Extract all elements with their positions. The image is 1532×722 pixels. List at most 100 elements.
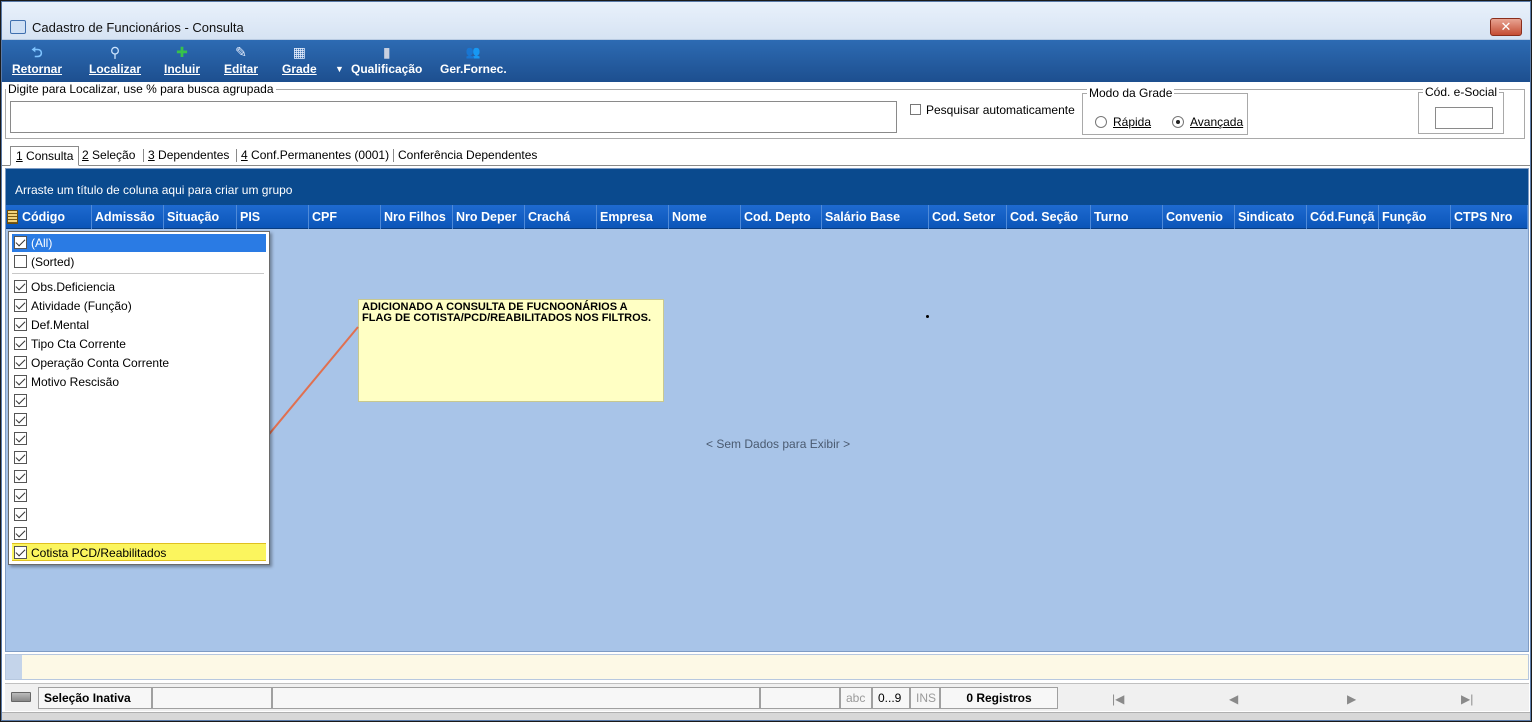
grade-label: Grade [282, 62, 317, 76]
filter-item[interactable]: Motivo Rescisão [12, 373, 266, 391]
search-legend: Digite para Localizar, use % para busca … [6, 82, 276, 96]
cursor-dot [926, 315, 929, 318]
column-header[interactable]: Empresa [597, 205, 669, 229]
filter-item[interactable]: Operação Conta Corrente [12, 354, 266, 372]
bottom-strip [2, 712, 1530, 720]
auto-search-label: Pesquisar automaticamente [926, 103, 1075, 117]
status-cell-empty [760, 687, 840, 709]
nav-prev-button[interactable]: ◀ [1229, 692, 1238, 706]
column-header[interactable]: Função [1379, 205, 1451, 229]
auto-search-checkbox[interactable]: Pesquisar automaticamente [910, 103, 1075, 117]
retornar-button[interactable]: ⮌ Retornar [12, 44, 62, 76]
column-header[interactable]: Convenio [1163, 205, 1235, 229]
close-button[interactable]: ✕ [1490, 18, 1522, 36]
filter-item[interactable] [12, 468, 266, 486]
status-cell-empty [272, 687, 760, 709]
plus-circle-icon: ✚ [176, 44, 188, 60]
filter-item-cotista-pcd[interactable]: Cotista PCD/Reabilitados [12, 543, 266, 561]
keyboard-icon [11, 692, 31, 702]
ger-fornec-button[interactable]: 👥 Ger.Fornec. [440, 44, 507, 76]
column-header[interactable]: Turno [1091, 205, 1163, 229]
incluir-button[interactable]: ✚ Incluir [164, 44, 200, 76]
edit-icon: ✎ [235, 44, 247, 60]
tab-strip: 1 Consulta 2 Seleção 3 Dependentes 4 Con… [2, 142, 1530, 166]
status-cell-empty [152, 687, 272, 709]
column-header[interactable]: CPF [309, 205, 381, 229]
records-count: 0 Registros [940, 687, 1058, 709]
empty-grid-message: < Sem Dados para Exibir > [706, 437, 851, 451]
nav-next-button[interactable]: ▶ [1347, 692, 1356, 706]
qualificacao-button[interactable]: ▮ Qualificação [351, 44, 422, 76]
filter-bar[interactable] [5, 654, 1529, 680]
magnifier-icon: ⚲ [109, 44, 121, 60]
grid-mode-group: Modo da Grade Rápida Avançada [1082, 86, 1248, 135]
column-header[interactable]: Nome [669, 205, 741, 229]
column-header[interactable]: Crachá [525, 205, 597, 229]
column-header[interactable]: Código [19, 205, 92, 229]
app-search-icon [10, 20, 26, 34]
auto-search-box[interactable] [910, 104, 921, 115]
radio-avancada[interactable]: Avançada [1172, 115, 1243, 129]
abc-indicator: abc [840, 687, 872, 709]
column-header[interactable]: Situação [164, 205, 237, 229]
tab-conferencia-dependentes[interactable]: Conferência Dependentes [393, 146, 542, 166]
column-header[interactable]: Cod. Seção [1007, 205, 1091, 229]
search-input[interactable] [10, 101, 897, 133]
column-header[interactable]: Cod. Depto [741, 205, 822, 229]
column-header[interactable]: Sindicato [1235, 205, 1307, 229]
nav-last-button[interactable]: ▶| [1461, 692, 1473, 706]
ger-fornec-label: Ger.Fornec. [440, 62, 507, 76]
tab-consulta[interactable]: 1 Consulta [10, 146, 80, 166]
column-header[interactable]: Admissão [92, 205, 164, 229]
filter-item[interactable]: Def.Mental [12, 316, 266, 334]
undo-arrow-icon: ⮌ [31, 44, 43, 60]
column-header[interactable]: Salário Base [822, 205, 929, 229]
grid-icon: ▦ [292, 44, 306, 60]
column-header[interactable]: Nro Deper [453, 205, 525, 229]
filter-bar-indicator [6, 655, 22, 679]
filter-item[interactable]: Tipo Cta Corrente [12, 335, 266, 353]
column-filter-dropdown: (All) (Sorted) Obs.Deficiencia Atividade… [8, 231, 270, 565]
column-header[interactable]: Nro Filhos [381, 205, 453, 229]
localizar-button[interactable]: ⚲ Localizar [89, 44, 141, 76]
editar-label: Editar [224, 62, 259, 76]
tab-selecao[interactable]: 2 Seleção [77, 146, 140, 166]
localizar-label: Localizar [89, 62, 142, 76]
filter-item-all[interactable]: (All) [12, 234, 266, 252]
filter-item[interactable] [12, 449, 266, 467]
filter-item[interactable] [12, 392, 266, 410]
radio-rapida[interactable]: Rápida [1095, 115, 1151, 129]
filter-item[interactable] [12, 411, 266, 429]
column-header[interactable]: CTPS Nro [1451, 205, 1528, 229]
grade-button[interactable]: ▦ Grade [282, 44, 317, 76]
esocial-input[interactable] [1435, 107, 1493, 129]
tab-conf-permanentes[interactable]: 4 Conf.Permanentes (0001) [236, 146, 394, 166]
esocial-group: Cód. e-Social [1418, 85, 1504, 134]
filter-item[interactable] [12, 525, 266, 543]
filter-item[interactable] [12, 430, 266, 448]
qualificacao-label: Qualificação [351, 62, 423, 76]
grade-dropdown-icon[interactable]: ▼ [335, 64, 344, 74]
filter-separator [12, 273, 264, 274]
esocial-legend: Cód. e-Social [1423, 85, 1500, 99]
data-grid: Arraste um título de coluna aqui para cr… [5, 168, 1529, 652]
column-header[interactable]: Cod. Setor [929, 205, 1007, 229]
filter-item-sorted[interactable]: (Sorted) [12, 253, 266, 271]
filter-item[interactable]: Obs.Deficiencia [12, 278, 266, 296]
column-headers: Código Admissão Situação PIS CPF Nro Fil… [6, 205, 1528, 229]
tab-dependentes[interactable]: 3 Dependentes [143, 146, 234, 166]
search-group: Digite para Localizar, use % para busca … [5, 82, 1525, 139]
retornar-label: Retornar [12, 62, 63, 76]
column-header[interactable]: Cód.Funçã [1307, 205, 1379, 229]
editar-button[interactable]: ✎ Editar [224, 44, 258, 76]
filter-item[interactable] [12, 506, 266, 524]
people-icon: 👥 [465, 45, 481, 59]
nav-first-button[interactable]: |◀ [1112, 692, 1124, 706]
group-by-panel[interactable]: Arraste um título de coluna aqui para cr… [6, 169, 1528, 205]
filter-item[interactable]: Atividade (Função) [12, 297, 266, 315]
filter-item[interactable] [12, 487, 266, 505]
numeric-indicator: 0...9 [872, 687, 910, 709]
column-selector-icon[interactable] [7, 210, 18, 224]
window-title: Cadastro de Funcionários - Consulta [32, 20, 244, 35]
column-header[interactable]: PIS [237, 205, 309, 229]
